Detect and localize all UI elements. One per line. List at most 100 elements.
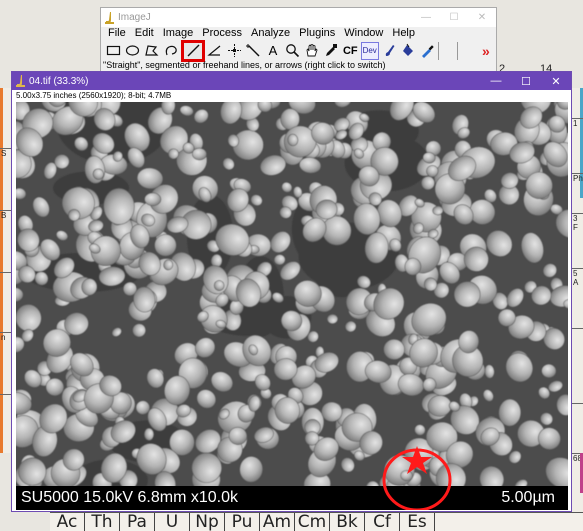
magnifier-icon [285,44,299,58]
menu-file[interactable]: File [108,27,126,41]
bg-left-cell: B [0,210,11,272]
bg-left-label: B [1,211,7,220]
rectangle-icon [106,45,120,56]
bg-right-label: 5 [573,269,578,278]
bg-element-cf: Cf [365,513,400,531]
cf-tool[interactable]: CF [341,42,359,60]
menu-edit[interactable]: Edit [135,27,154,41]
minimize-button[interactable]: — [481,75,511,88]
bg-left-label: S [1,149,7,158]
flood-fill-icon [402,43,413,56]
menu-bar: File Edit Image Process Analyze Plugins … [101,27,496,41]
bg-right-cell: Ph [572,173,583,213]
bg-right-label: 3 [573,214,578,223]
bg-right-cell: 5A [572,268,583,328]
freehand-tool[interactable] [162,42,180,60]
bg-actinide-row: Ac Th Pa U Np Pu Am Cm Bk Cf Es [50,512,583,531]
menu-analyze[interactable]: Analyze [251,27,290,41]
bg-left-cell [0,272,11,332]
bg-left-cell [0,394,11,453]
sem-label: SU5000 15.0kV 6.8mm x10.0k [21,489,239,506]
bg-left-cell: n [0,332,11,394]
maximize-button[interactable]: ☐ [440,12,468,23]
dev-tool[interactable]: Dev [360,41,379,60]
oval-tool[interactable] [123,42,141,60]
hand-icon [306,43,318,57]
tool-bar: A CF Dev » [101,39,496,62]
bg-left-label: n [1,333,6,342]
brush-icon [385,45,395,56]
scrolling-tool[interactable] [302,42,320,60]
bg-element-es: Es [400,513,435,531]
bg-element-th: Th [85,513,120,531]
menu-window[interactable]: Window [344,27,383,41]
bg-right-label: 1 [573,119,578,128]
wand-tool[interactable] [244,42,262,60]
close-button[interactable]: ✕ [541,75,571,88]
image-canvas[interactable]: SU5000 15.0kV 6.8mm x10.0k 5.00µm [16,102,568,510]
crosshair-point-icon [227,44,241,57]
bg-periodic-right-edge: 1 Ph 3F 5A 68 [572,88,583,531]
menu-plugins[interactable]: Plugins [299,27,335,41]
imagej-logo-icon [16,75,25,87]
image-window: 04.tif (33.3%) — ☐ ✕ 5.00x3.75 inches (2… [11,71,572,512]
wand-icon [246,44,260,57]
bg-element-pa: Pa [120,513,155,531]
imagej-title: ImageJ [118,12,151,23]
bg-right-label: A [573,278,579,287]
scale-bar-text: 5.00µm [501,489,555,506]
color-picker-tool[interactable] [322,42,340,60]
bg-right-label: F [573,223,578,232]
empty-tool-slot [437,41,456,60]
polygon-icon [145,45,159,56]
more-tools[interactable]: » [477,42,495,60]
imagej-titlebar[interactable]: ImageJ — ☐ ✕ [101,8,496,27]
bg-right-cell [572,403,583,453]
menu-help[interactable]: Help [392,27,415,41]
polygon-tool[interactable] [143,42,161,60]
dropper-icon [326,44,338,56]
bg-right-cell: 1 [572,118,583,173]
straight-line-icon [187,44,200,57]
bg-element-bk: Bk [330,513,365,531]
bg-right-label: Ph [573,174,583,183]
sem-data-bar: SU5000 15.0kV 6.8mm x10.0k 5.00µm [16,486,568,510]
angle-icon [207,45,221,56]
status-bar-text: "Straight", segmented or freehand lines,… [103,60,386,70]
text-a-icon: A [268,43,278,58]
pipette-tool[interactable] [419,42,437,60]
bg-left-cell: S [0,148,11,210]
bg-right-cell: 3F [572,213,583,268]
imagej-logo-icon [105,11,114,24]
magnifying-tool[interactable] [283,42,301,60]
image-window-titlebar[interactable]: 04.tif (33.3%) — ☐ ✕ [12,72,571,90]
empty-tool-slot [457,41,475,60]
straight-line-tool[interactable] [181,39,205,62]
bg-element-cm: Cm [295,513,330,531]
sem-micrograph [16,102,568,510]
imagej-main-window: ImageJ — ☐ ✕ File Edit Image Process Ana… [100,7,497,72]
bg-element-u: U [155,513,190,531]
rectangle-tool[interactable] [104,42,122,60]
bg-element-am: Am [260,513,295,531]
brush-tool[interactable] [380,42,398,60]
image-info: 5.00x3.75 inches (2560x1920); 8-bit; 4.7… [12,90,571,101]
bg-element-np: Np [190,513,225,531]
double-chevron-right-icon: » [481,42,490,59]
angle-tool[interactable] [206,42,224,60]
text-tool[interactable]: A [264,42,282,60]
bg-element-ac: Ac [50,513,85,531]
cf-icon: CF [342,44,358,57]
point-tool[interactable] [225,42,243,60]
dev-icon: Dev [362,46,377,55]
close-button[interactable]: ✕ [468,12,496,23]
freehand-icon [165,45,177,56]
bg-right-cell [572,328,583,403]
maximize-button[interactable]: ☐ [511,75,541,88]
bg-element-pu: Pu [225,513,260,531]
minimize-button[interactable]: — [412,12,440,23]
oval-icon [125,45,140,56]
pipette-icon [422,45,434,58]
flood-fill-tool[interactable] [399,42,417,60]
menu-process[interactable]: Process [202,27,242,41]
